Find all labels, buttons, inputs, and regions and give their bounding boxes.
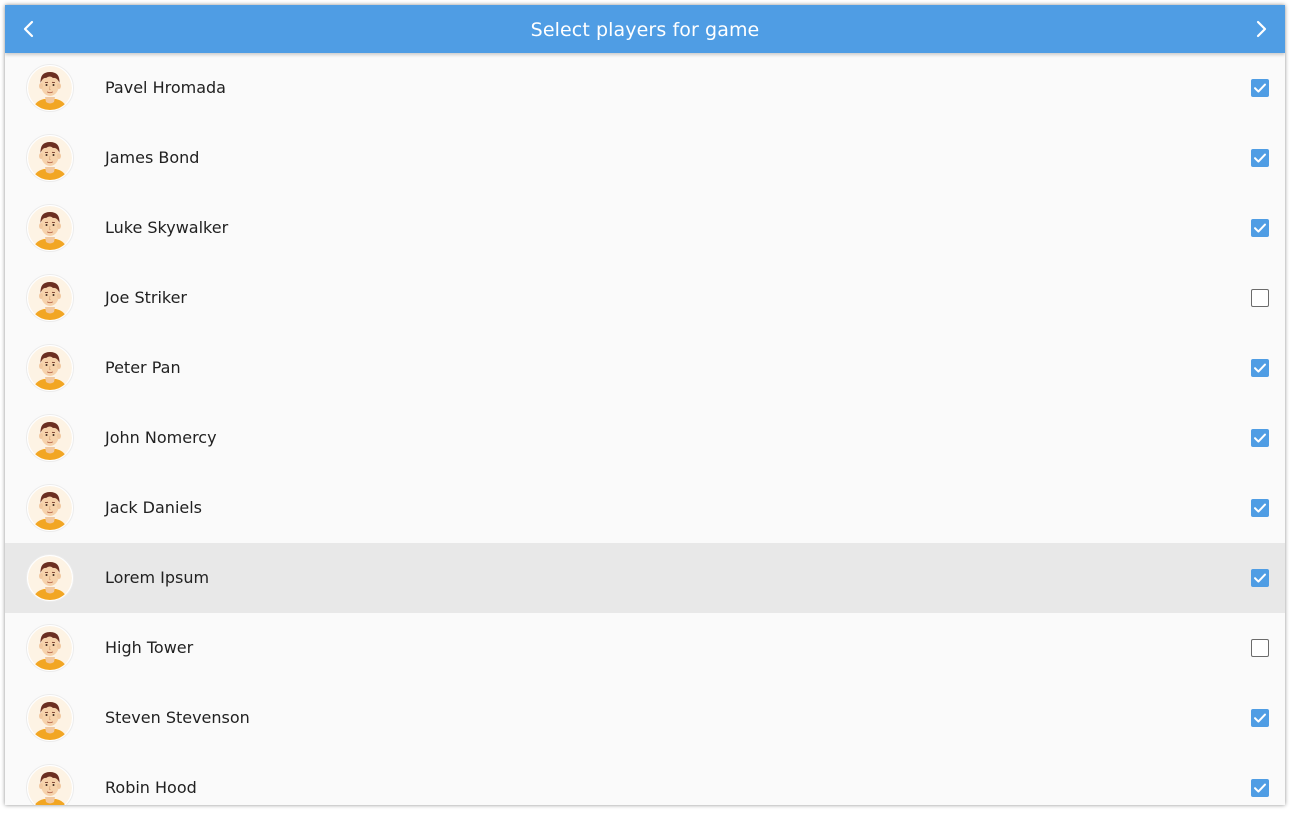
avatar-icon	[26, 554, 74, 602]
avatar-icon	[26, 484, 74, 532]
player-name: Pavel Hromada	[105, 78, 226, 97]
avatar-icon	[26, 694, 74, 742]
checkmark-icon	[1254, 783, 1266, 793]
player-row[interactable]: High Tower	[5, 613, 1285, 683]
avatar-icon	[26, 764, 74, 805]
checkmark-icon	[1254, 503, 1266, 513]
checkmark-icon	[1254, 363, 1266, 373]
checkmark-icon	[1254, 153, 1266, 163]
player-name: Luke Skywalker	[105, 218, 229, 237]
checkmark-icon	[1254, 433, 1266, 443]
page-title: Select players for game	[530, 19, 760, 41]
checkmark-icon	[1254, 223, 1266, 233]
avatar-icon	[26, 134, 74, 182]
player-select-checkbox[interactable]	[1251, 289, 1269, 307]
player-name: Lorem Ipsum	[105, 568, 210, 587]
player-select-checkbox[interactable]	[1251, 779, 1269, 797]
player-select-checkbox[interactable]	[1251, 429, 1269, 447]
player-name: John Nomercy	[105, 428, 217, 447]
player-select-checkbox[interactable]	[1251, 709, 1269, 727]
player-select-checkbox[interactable]	[1251, 359, 1269, 377]
chevron-right-icon	[1256, 20, 1267, 38]
next-button[interactable]	[1237, 5, 1285, 53]
avatar-icon	[26, 344, 74, 392]
player-name: James Bond	[105, 148, 200, 167]
avatar-icon	[26, 64, 74, 112]
player-row[interactable]: Robin Hood	[5, 753, 1285, 805]
checkmark-icon	[1254, 713, 1266, 723]
player-name: Peter Pan	[105, 358, 181, 377]
player-name: Steven Stevenson	[105, 708, 250, 727]
player-select-checkbox[interactable]	[1251, 499, 1269, 517]
player-row[interactable]: Joe Striker	[5, 263, 1285, 333]
player-row[interactable]: Peter Pan	[5, 333, 1285, 403]
player-name: Joe Striker	[105, 288, 188, 307]
player-row[interactable]: John Nomercy	[5, 403, 1285, 473]
player-row[interactable]: Jack Daniels	[5, 473, 1285, 543]
avatar-icon	[26, 274, 74, 322]
player-name: Robin Hood	[105, 778, 197, 797]
app-window: Select players for game Pavel Hromada Ja…	[5, 5, 1285, 805]
avatar-icon	[26, 414, 74, 462]
player-row[interactable]: Luke Skywalker	[5, 193, 1285, 263]
player-name: High Tower	[105, 638, 194, 657]
checkmark-icon	[1254, 83, 1266, 93]
player-select-checkbox[interactable]	[1251, 79, 1269, 97]
player-select-checkbox[interactable]	[1251, 149, 1269, 167]
avatar-icon	[26, 624, 74, 672]
player-row[interactable]: Pavel Hromada	[5, 53, 1285, 123]
player-select-checkbox[interactable]	[1251, 639, 1269, 657]
player-select-checkbox[interactable]	[1251, 219, 1269, 237]
app-bar: Select players for game	[5, 5, 1285, 53]
player-row[interactable]: James Bond	[5, 123, 1285, 193]
player-select-checkbox[interactable]	[1251, 569, 1269, 587]
player-name: Jack Daniels	[105, 498, 203, 517]
player-row[interactable]: Steven Stevenson	[5, 683, 1285, 753]
player-list[interactable]: Pavel Hromada James Bond Luke Skywalker …	[5, 53, 1285, 805]
checkmark-icon	[1254, 573, 1266, 583]
avatar-icon	[26, 204, 74, 252]
player-row[interactable]: Lorem Ipsum	[5, 543, 1285, 613]
